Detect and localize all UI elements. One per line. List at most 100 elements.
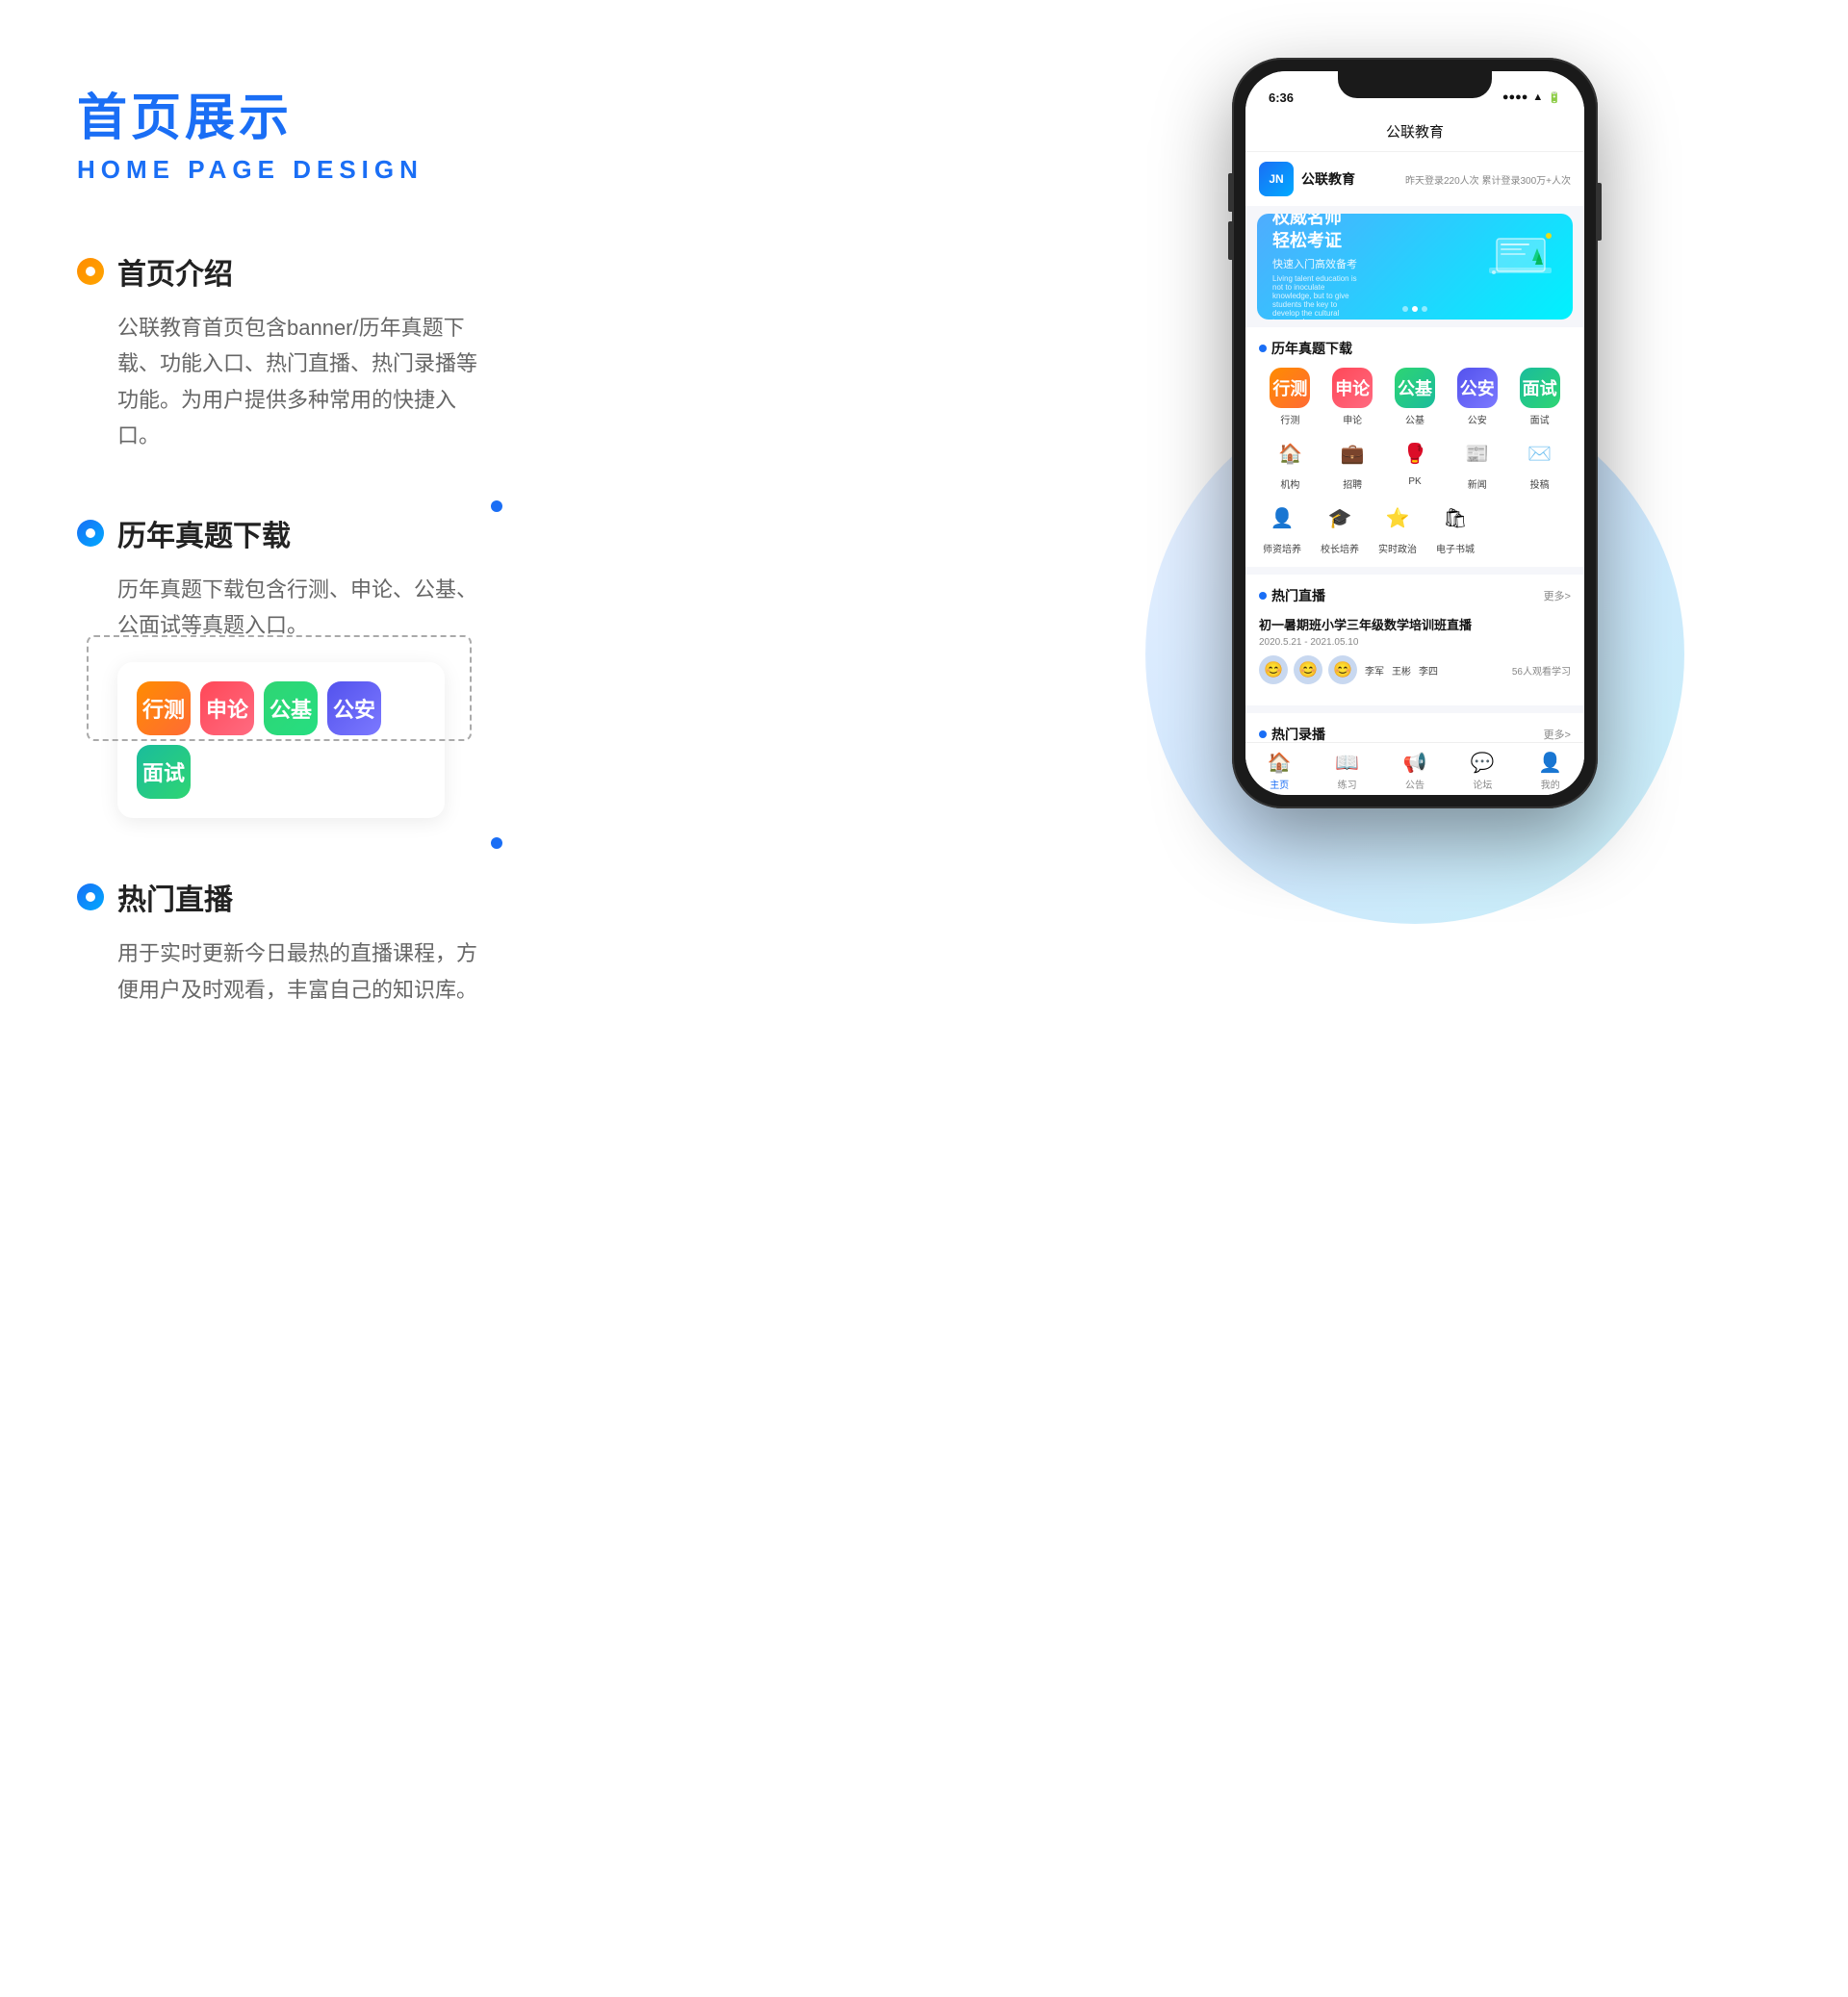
nav-item-zhengzhi[interactable]: ⭐ 实时政治 <box>1378 499 1417 555</box>
cat-icon-xingce: 行测 <box>137 681 191 735</box>
cat-label-shenlun: 申论 <box>1343 412 1362 426</box>
nav-label-pk: PK <box>1408 476 1421 487</box>
banner-desc: Living talent education is not to inocul… <box>1272 274 1359 320</box>
cat-label-xingce: 行测 <box>1280 412 1299 426</box>
page-title-area: 首页展示 HOME PAGE DESIGN <box>77 77 424 185</box>
teacher-name-2: 王彬 <box>1392 663 1411 678</box>
nav-item-bookstore[interactable]: 🛍 电子书城 <box>1436 499 1475 555</box>
live-section-header: 热门直播 更多> <box>1259 586 1571 605</box>
nav-item-shizipeiyang[interactable]: 👤 师资培养 <box>1263 499 1301 555</box>
teacher-name-1: 李军 <box>1365 663 1384 678</box>
battery-icon: 🔋 <box>1548 91 1561 104</box>
nav-item-zhaopin[interactable]: 💼 招聘 <box>1333 434 1372 491</box>
teacher-avatar-3: 😊 <box>1328 655 1357 684</box>
power-button <box>1598 183 1602 241</box>
cat-item-shenlun[interactable]: 申论 申论 <box>1324 368 1380 426</box>
screen-content[interactable]: 公联教育 JN 公联教育 昨天登录220人次 累计登录300万+人次 权威名师 … <box>1245 114 1584 795</box>
teacher-avatar-1: 😊 <box>1259 655 1288 684</box>
bottom-nav-icon-profile: 👤 <box>1538 751 1562 775</box>
nav-row-2[interactable]: 👤 师资培养 🎓 校长培养 ⭐ 实时政治 🛍 <box>1259 499 1571 555</box>
cat-item-mianshi[interactable]: 面试 面试 <box>1511 368 1567 426</box>
annotation-label-1: 首页介绍 <box>117 250 233 293</box>
cat-icon-mianshi: 面试 <box>137 745 191 799</box>
nav-label-tougao: 投稿 <box>1530 476 1550 491</box>
banner-dot-1 <box>1402 306 1408 312</box>
annotation-label-3: 热门直播 <box>117 876 233 918</box>
teacher-name-3: 李四 <box>1419 663 1438 678</box>
cat-item-xingce[interactable]: 行测 行测 <box>1262 368 1318 426</box>
nav-label-zhengzhi: 实时政治 <box>1378 541 1417 555</box>
wifi-icon: ▲ <box>1532 91 1543 103</box>
cat-icon-box-gongji: 公基 <box>1395 368 1435 408</box>
cat-icon-box-shenlun: 申论 <box>1332 368 1373 408</box>
nav-icon-zhengzhi: ⭐ <box>1378 499 1417 537</box>
cat-pill-gongji: 公基 <box>264 681 318 735</box>
teacher-avatar-2: 😊 <box>1294 655 1322 684</box>
bottom-nav-label-practice: 练习 <box>1338 777 1357 791</box>
bottom-nav-label-forum: 论坛 <box>1473 777 1492 791</box>
bottom-nav-label-home: 主页 <box>1270 777 1289 791</box>
nav-item-pk[interactable]: 🥊 PK <box>1396 434 1434 491</box>
nav-icon-jigou: 🏠 <box>1270 434 1309 473</box>
nav-item-xinwen[interactable]: 📰 新闻 <box>1458 434 1497 491</box>
app-header-title: 公联教育 <box>1386 124 1444 141</box>
connector-dot-2 <box>491 837 502 849</box>
cat-icon-box-mianshi: 面试 <box>1520 368 1560 408</box>
annotations-panel: 首页介绍 公联教育首页包含banner/历年真题下载、功能入口、热门直播、热门录… <box>77 250 481 1065</box>
bottom-navigation[interactable]: 🏠 主页 📖 练习 📢 公告 💬 论坛 <box>1245 742 1584 795</box>
cat-icon-box-gongan: 公安 <box>1457 368 1498 408</box>
bottom-nav-practice[interactable]: 📖 练习 <box>1335 751 1359 791</box>
bullet-dot-blue-1 <box>77 520 104 547</box>
cat-label-gongji: 公基 <box>1405 412 1424 426</box>
status-right: ●●●● ▲ 🔋 <box>1502 91 1561 104</box>
annotation-title-3: 热门直播 <box>77 876 481 918</box>
banner-title-line1: 权威名师 <box>1272 214 1429 230</box>
connector-dot-1 <box>491 500 502 512</box>
phone-outer: 6:36 ●●●● ▲ 🔋 公联教育 JN 公联教育 昨天登录220人次 累计登… <box>1232 58 1598 808</box>
cat-item-gongan[interactable]: 公安 公安 <box>1450 368 1505 426</box>
live-section-title: 热门直播 <box>1259 586 1325 605</box>
bottom-nav-forum[interactable]: 💬 论坛 <box>1471 751 1495 791</box>
exam-category-row[interactable]: 行测 行测 申论 申论 公基 公基 公安 公安 <box>1259 368 1571 426</box>
page-title-en: HOME PAGE DESIGN <box>77 155 424 185</box>
brand-bar: JN 公联教育 昨天登录220人次 累计登录300万+人次 <box>1245 152 1584 206</box>
cat-pill-mianshi: 面试 <box>137 745 191 799</box>
bottom-nav-icon-notice: 📢 <box>1403 751 1427 775</box>
nav-label-jigou: 机构 <box>1280 476 1299 491</box>
annotation-desc-1: 公联教育首页包含banner/历年真题下载、功能入口、热门直播、热门录播等功能。… <box>77 310 481 454</box>
bullet-dot-blue-2 <box>77 883 104 910</box>
signal-icon: ●●●● <box>1502 91 1528 103</box>
bottom-nav-home[interactable]: 🏠 主页 <box>1268 751 1292 791</box>
banner-dot-3 <box>1422 306 1427 312</box>
category-preview: 行测 申论 公基 公安 面试 <box>117 662 445 818</box>
nav-row-1[interactable]: 🏠 机构 💼 招聘 🥊 PK 📰 新闻 <box>1259 434 1571 491</box>
cat-pill-xinc: 行测 <box>137 681 191 735</box>
nav-label-shizipeiyang: 师资培养 <box>1263 541 1301 555</box>
cat-item-gongji[interactable]: 公基 公基 <box>1387 368 1443 426</box>
rec-more[interactable]: 更多> <box>1544 727 1571 742</box>
status-time: 6:36 <box>1269 90 1294 105</box>
nav-label-xiaozhang: 校长培养 <box>1321 541 1359 555</box>
nav-item-xiaozhang[interactable]: 🎓 校长培养 <box>1321 499 1359 555</box>
volume-down-button <box>1228 221 1232 260</box>
nav-item-jigou[interactable]: 🏠 机构 <box>1270 434 1309 491</box>
brand-logo: JN <box>1259 162 1294 196</box>
nav-item-tougao[interactable]: ✉️ 投稿 <box>1521 434 1559 491</box>
teacher-names: 李军 王彬 李四 <box>1365 663 1438 678</box>
nav-icon-shizipeiyang: 👤 <box>1263 499 1301 537</box>
annotation-homepage-intro: 首页介绍 公联教育首页包含banner/历年真题下载、功能入口、热门直播、热门录… <box>77 250 481 454</box>
annotation-desc-3: 用于实时更新今日最热的直播课程，方便用户及时观看，丰富自己的知识库。 <box>77 935 481 1008</box>
cat-label-mianshi: 面试 <box>1530 412 1550 426</box>
app-banner[interactable]: 权威名师 轻松考证 快速入门高效备考 Living talent educati… <box>1257 214 1573 320</box>
cat-icon-box-xingce: 行测 <box>1270 368 1310 408</box>
live-viewers: 56人观看学习 <box>1512 663 1571 678</box>
live-item-1[interactable]: 初一暑期班小学三年级数学培训班直播 2020.5.21 - 2021.05.10… <box>1259 615 1571 694</box>
nav-icon-tougao: ✉️ <box>1521 434 1559 473</box>
annotation-desc-2: 历年真题下载包含行测、申论、公基、公面试等真题入口。 <box>77 572 481 644</box>
bottom-nav-profile[interactable]: 👤 我的 <box>1538 751 1562 791</box>
bottom-nav-label-profile: 我的 <box>1541 777 1560 791</box>
past-papers-header: 历年真题下载 <box>1259 339 1571 358</box>
nav-icon-pk: 🥊 <box>1396 434 1434 473</box>
live-more[interactable]: 更多> <box>1544 588 1571 603</box>
bottom-nav-notice[interactable]: 📢 公告 <box>1403 751 1427 791</box>
